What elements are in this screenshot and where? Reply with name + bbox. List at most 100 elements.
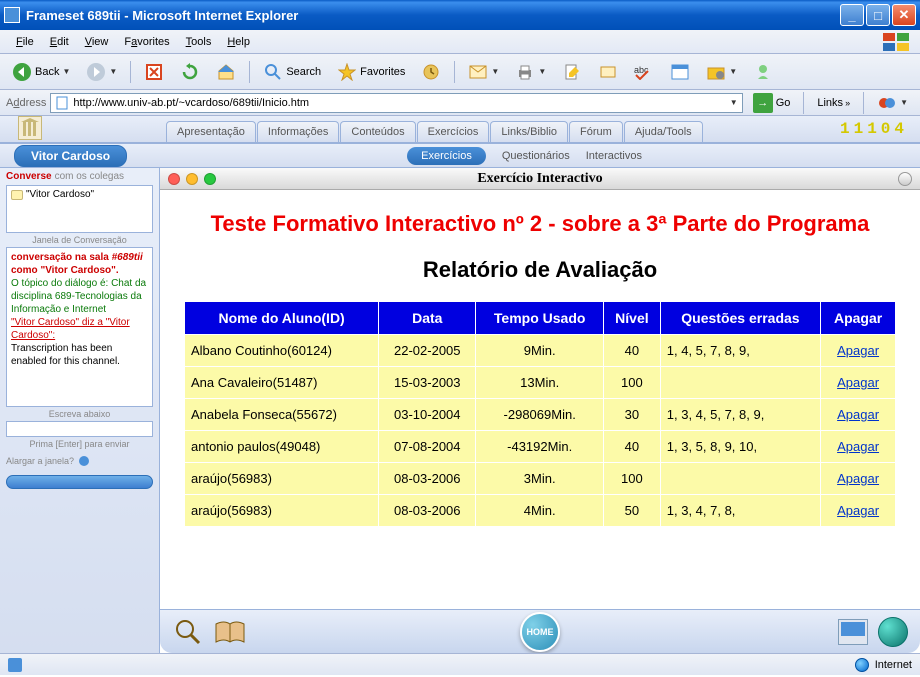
apagar-link[interactable]: Apagar — [837, 503, 879, 518]
cell-nivel: 40 — [604, 430, 661, 462]
cell-nivel: 50 — [604, 494, 661, 526]
apagar-link[interactable]: Apagar — [837, 343, 879, 358]
cell-apagar: Apagar — [821, 366, 896, 398]
col-data: Data — [379, 301, 476, 334]
cell-data: 08-03-2006 — [379, 462, 476, 494]
globe-icon — [855, 658, 869, 672]
user-badge[interactable]: Vitor Cardoso — [14, 145, 127, 167]
folder-gear-icon — [706, 62, 726, 82]
subtab-exercicios[interactable]: Exercícios — [407, 147, 486, 165]
separator — [863, 92, 864, 114]
tool-button-2[interactable]: ▼ — [700, 58, 743, 86]
menu-help[interactable]: Help — [219, 34, 258, 50]
converse-header: Converse com os colegas — [0, 168, 159, 185]
main-panel: Exercício Interactivo Teste Formativo In… — [160, 168, 920, 653]
cell-questoes — [660, 462, 820, 494]
links-button[interactable]: Links » — [811, 97, 856, 109]
table-row: araújo(56983)08-03-20063Min.100Apagar — [185, 462, 896, 494]
url-input[interactable] — [73, 97, 725, 109]
cell-nivel: 40 — [604, 334, 661, 366]
cell-tempo: -298069Min. — [476, 398, 604, 430]
stop-button[interactable] — [138, 58, 170, 86]
cell-apagar: Apagar — [821, 494, 896, 526]
mail-button[interactable]: ▼ — [462, 58, 505, 86]
mac-minimize-button[interactable] — [186, 173, 198, 185]
messenger-button[interactable] — [747, 58, 779, 86]
computer-icon[interactable] — [838, 619, 868, 645]
edit-button[interactable] — [556, 58, 588, 86]
forward-button[interactable]: ▼ — [80, 58, 123, 86]
separator — [803, 92, 804, 114]
history-icon — [421, 62, 441, 82]
user-item[interactable]: "Vitor Cardoso" — [11, 189, 148, 200]
report-subtitle: Relatório de Avaliação — [184, 257, 896, 283]
magnifier-icon[interactable] — [172, 616, 204, 648]
column-icon — [18, 116, 42, 140]
history-button[interactable] — [415, 58, 447, 86]
menu-favorites[interactable]: Favorites — [116, 34, 177, 50]
book-icon[interactable] — [214, 616, 246, 648]
menu-tools[interactable]: Tools — [178, 34, 220, 50]
browser-toolbar: Back ▼ ▼ Search Favorites ▼ ▼ abc ▼ — [0, 54, 920, 90]
refresh-button[interactable] — [174, 58, 206, 86]
chevron-down-icon[interactable]: ▼ — [730, 98, 738, 107]
site-bottom-toolbar: HOME — [160, 609, 920, 653]
tab-exercicios[interactable]: Exercícios — [417, 121, 490, 142]
mac-close-button[interactable] — [168, 173, 180, 185]
back-button[interactable]: Back ▼ — [6, 58, 76, 86]
favorites-button[interactable]: Favorites — [331, 58, 411, 86]
tab-apresentacao[interactable]: Apresentação — [166, 121, 256, 142]
research-button[interactable]: abc — [628, 58, 660, 86]
teal-orb-icon[interactable] — [878, 617, 908, 647]
site-logo[interactable] — [10, 114, 50, 142]
print-button[interactable]: ▼ — [509, 58, 552, 86]
chat-input[interactable] — [6, 421, 153, 437]
tab-forum[interactable]: Fórum — [569, 121, 623, 142]
search-button[interactable]: Search — [257, 58, 327, 86]
chevron-down-icon: ▼ — [109, 67, 117, 76]
exercise-title: Teste Formativo Interactivo nº 2 - sobre… — [184, 210, 896, 239]
expand-icon[interactable] — [78, 455, 90, 467]
refresh-icon — [180, 62, 200, 82]
mac-zoom-button[interactable] — [204, 173, 216, 185]
home-button[interactable] — [210, 58, 242, 86]
table-row: Anabela Fonseca(55672)03-10-2004-298069M… — [185, 398, 896, 430]
tab-informacoes[interactable]: Informações — [257, 121, 340, 142]
sidebar-action-button[interactable] — [6, 475, 153, 489]
mac-handle-icon[interactable] — [898, 172, 912, 186]
chevron-down-icon: ▼ — [491, 67, 499, 76]
subtab-interactivos[interactable]: Interactivos — [586, 150, 642, 162]
minimize-button[interactable]: _ — [840, 4, 864, 26]
close-button[interactable]: ✕ — [892, 4, 916, 26]
cell-questoes: 1, 3, 4, 7, 8, — [660, 494, 820, 526]
go-button[interactable]: → Go — [747, 89, 797, 117]
separator — [249, 61, 250, 83]
body-split: Converse com os colegas "Vitor Cardoso" … — [0, 168, 920, 653]
subtab-questionarios[interactable]: Questionários — [502, 150, 570, 162]
apagar-link[interactable]: Apagar — [837, 407, 879, 422]
extension-button[interactable]: ▼ — [871, 89, 914, 117]
apagar-link[interactable]: Apagar — [837, 375, 879, 390]
search-icon — [263, 62, 283, 82]
discuss-button[interactable] — [592, 58, 624, 86]
cell-data: 07-08-2004 — [379, 430, 476, 462]
document-area[interactable]: Teste Formativo Interactivo nº 2 - sobre… — [160, 190, 920, 609]
tab-links[interactable]: Links/Biblio — [490, 121, 568, 142]
apagar-link[interactable]: Apagar — [837, 471, 879, 486]
menu-view[interactable]: View — [77, 34, 117, 50]
apagar-link[interactable]: Apagar — [837, 439, 879, 454]
tool-button-1[interactable] — [664, 58, 696, 86]
menu-file[interactable]: File — [8, 34, 42, 50]
separator — [454, 61, 455, 83]
cell-nivel: 100 — [604, 366, 661, 398]
home-orb-button[interactable]: HOME — [520, 612, 560, 652]
cell-nome: Albano Coutinho(60124) — [185, 334, 379, 366]
maximize-button[interactable]: □ — [866, 4, 890, 26]
cell-tempo: 9Min. — [476, 334, 604, 366]
tab-conteudos[interactable]: Conteúdos — [340, 121, 415, 142]
user-list-box[interactable]: "Vitor Cardoso" — [6, 185, 153, 233]
chat-log[interactable]: conversação na sala #689tii como "Vitor … — [6, 247, 153, 407]
separator — [130, 61, 131, 83]
menu-edit[interactable]: Edit — [42, 34, 77, 50]
tab-ajuda[interactable]: Ajuda/Tools — [624, 121, 703, 142]
